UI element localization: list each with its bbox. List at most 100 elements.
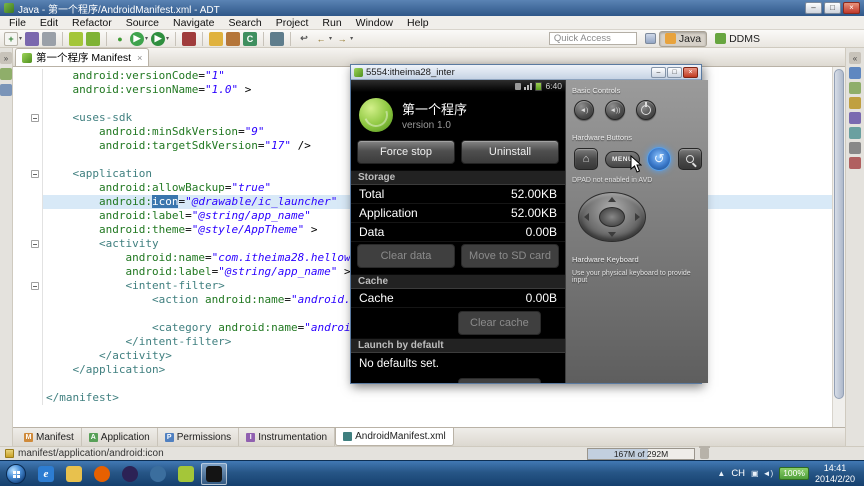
dropdown-arrow-icon[interactable]: ▾ (166, 35, 169, 42)
search-button[interactable] (270, 31, 285, 46)
emulator-maximize-button[interactable]: □ (667, 66, 682, 78)
editor-scrollbar[interactable] (832, 67, 845, 427)
uninstall-button[interactable]: Uninstall (461, 140, 559, 164)
dropdown-arrow-icon[interactable]: ▾ (329, 35, 332, 42)
tab-manifest[interactable]: M Manifest (17, 428, 82, 446)
taskbar-adt-button[interactable] (145, 463, 171, 485)
package-explorer-view-icon[interactable] (0, 68, 12, 80)
power-button[interactable] (636, 100, 656, 120)
menu-window[interactable]: Window (349, 17, 400, 29)
search-button[interactable] (678, 148, 703, 170)
menu-help[interactable]: Help (400, 17, 436, 29)
taskbar-explorer-button[interactable] (61, 463, 87, 485)
start-button[interactable] (6, 463, 26, 484)
tab-close-icon[interactable]: × (137, 53, 142, 63)
open-perspective-icon[interactable] (644, 33, 656, 44)
quick-access-input[interactable]: Quick Access (548, 32, 637, 45)
volume-tray-icon[interactable]: ◄) (763, 469, 774, 478)
clear-data-button[interactable]: Clear data (357, 244, 455, 268)
external-tools-button[interactable]: ▶ ▾ (151, 31, 169, 46)
perspective-ddms-button[interactable]: DDMS (710, 32, 765, 46)
dpad-down-button[interactable] (608, 232, 616, 237)
emulator-screen[interactable]: 6:40 第一个程序 version 1.0 Force stop Uninst… (351, 80, 565, 383)
force-stop-button[interactable]: Force stop (357, 140, 455, 164)
debug-button[interactable]: ● (113, 32, 127, 46)
emulator-minimize-button[interactable]: – (651, 66, 666, 78)
taskbar-clock[interactable]: 14:41 2014/2/20 (815, 463, 858, 485)
menu-project[interactable]: Project (269, 17, 316, 29)
tab-androidmanifest-xml[interactable]: AndroidManifest.xml (335, 428, 454, 446)
lint-view-icon[interactable] (849, 157, 861, 169)
menu-source[interactable]: Source (119, 17, 166, 29)
new-wizard-button[interactable]: + ▾ (4, 31, 22, 46)
maximize-button[interactable]: □ (824, 2, 841, 14)
back-button[interactable]: ← ▾ (314, 32, 333, 46)
battery-indicator[interactable]: 100% (779, 467, 809, 480)
android-sdk-manager-button[interactable] (69, 31, 84, 46)
menu-navigate[interactable]: Navigate (166, 17, 221, 29)
run-button[interactable]: ▶ ▾ (130, 31, 148, 46)
forward-button[interactable]: → ▾ (335, 32, 354, 46)
back-button[interactable]: ↺ (647, 147, 672, 171)
declaration-view-icon[interactable] (849, 127, 861, 139)
hierarchy-view-icon[interactable] (0, 84, 12, 96)
dpad-up-button[interactable] (608, 197, 616, 202)
restore-right-views-icon[interactable]: « (849, 52, 861, 64)
ime-tray-icon[interactable]: ▣ (751, 469, 759, 478)
taskbar-android-button[interactable] (173, 463, 199, 485)
new-project-button[interactable] (209, 31, 224, 46)
tab-application[interactable]: A Application (82, 428, 158, 446)
tab-instrumentation[interactable]: I Instrumentation (239, 428, 336, 446)
task-list-view-icon[interactable] (849, 67, 861, 79)
emulator-titlebar[interactable]: 5554:itheima28_inter – □ × (351, 65, 701, 80)
clear-defaults-button[interactable] (458, 378, 541, 383)
close-button[interactable]: × (843, 2, 860, 14)
perspective-java-button[interactable]: Java (658, 30, 708, 47)
menu-search[interactable]: Search (221, 17, 268, 29)
taskbar-firefox-button[interactable] (89, 463, 115, 485)
dpad-control[interactable] (578, 192, 646, 242)
outline-view-icon[interactable] (849, 82, 861, 94)
menu-refactor[interactable]: Refactor (65, 17, 119, 29)
dropdown-arrow-icon[interactable]: ▾ (19, 35, 22, 42)
menu-run[interactable]: Run (315, 17, 348, 29)
dropdown-arrow-icon[interactable]: ▾ (145, 35, 148, 42)
home-button[interactable]: ⌂ (574, 148, 598, 170)
new-class-button[interactable]: C (243, 31, 258, 46)
tab-permissions[interactable]: P Permissions (158, 428, 240, 446)
taskbar-emulator-button[interactable] (201, 462, 227, 485)
move-to-sd-button[interactable]: Move to SD card (461, 244, 559, 268)
dpad-left-button[interactable] (584, 213, 589, 221)
print-button[interactable] (42, 31, 57, 46)
dropdown-arrow-icon[interactable]: ▾ (350, 35, 353, 42)
emulator-close-button[interactable]: × (683, 66, 698, 78)
volume-down-button[interactable]: ◄) (574, 100, 594, 120)
volume-up-button[interactable]: ◄)) (605, 100, 625, 120)
coverage-button[interactable] (182, 31, 197, 46)
menu-file[interactable]: File (2, 17, 33, 29)
taskbar-ie-button[interactable]: e (33, 463, 59, 485)
problems-view-icon[interactable] (849, 97, 861, 109)
menu-edit[interactable]: Edit (33, 17, 65, 29)
avd-manager-button[interactable] (86, 31, 101, 46)
javadoc-view-icon[interactable] (849, 112, 861, 124)
fold-marker-icon[interactable] (31, 240, 39, 248)
language-indicator[interactable]: CH (731, 468, 745, 479)
dpad-center-button[interactable] (599, 207, 625, 227)
fold-marker-icon[interactable] (31, 170, 39, 178)
tray-chevron-icon[interactable]: ▲ (717, 469, 725, 478)
fold-marker-icon[interactable] (31, 114, 39, 122)
fold-marker-icon[interactable] (31, 282, 39, 290)
taskbar-eclipse-button[interactable] (117, 463, 143, 485)
garbage-collect-icon[interactable] (699, 446, 710, 459)
minimize-button[interactable]: – (805, 2, 822, 14)
last-edit-button[interactable]: ↩ (297, 32, 311, 46)
new-package-button[interactable] (226, 31, 241, 46)
dpad-right-button[interactable] (635, 213, 640, 221)
scrollbar-thumb[interactable] (834, 69, 844, 399)
save-button[interactable] (25, 31, 40, 46)
clear-cache-button[interactable]: Clear cache (458, 311, 541, 335)
editor-tab-manifest[interactable]: 第一个程序 Manifest × (15, 48, 150, 66)
restore-left-views-icon[interactable]: » (0, 52, 12, 64)
console-view-icon[interactable] (849, 142, 861, 154)
